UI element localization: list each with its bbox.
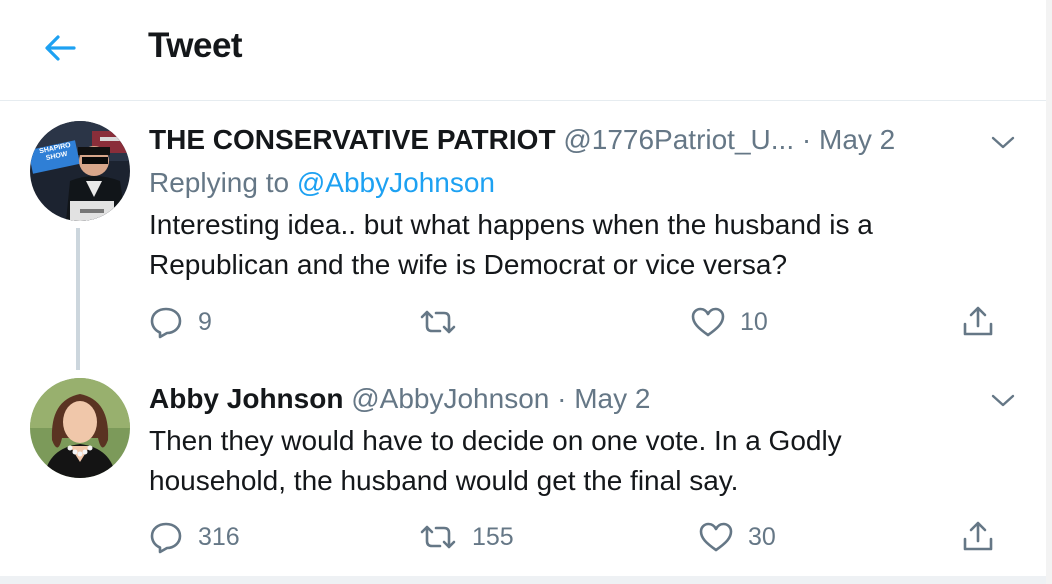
page-title: Tweet <box>148 26 243 65</box>
like-count: 30 <box>748 522 776 551</box>
timestamp[interactable]: May 2 <box>574 383 650 414</box>
share-button[interactable] <box>960 517 996 557</box>
header: Tweet <box>0 0 1046 101</box>
scrollbar[interactable] <box>1046 0 1052 584</box>
like-count: 10 <box>740 307 768 336</box>
reply-button[interactable]: 316 <box>148 517 240 557</box>
retweet-icon <box>420 310 456 334</box>
timestamp[interactable]: May 2 <box>819 124 895 155</box>
like-button[interactable]: 10 <box>690 302 768 342</box>
tweet-header: Abby Johnson @AbbyJohnson · May 2 <box>149 383 650 415</box>
tweet-text: Interesting idea.. but what happens when… <box>149 209 873 280</box>
back-arrow-icon[interactable] <box>38 28 82 68</box>
like-icon <box>691 307 725 337</box>
handle[interactable]: @AbbyJohnson <box>351 383 549 414</box>
reply-icon <box>150 522 182 554</box>
divider <box>0 576 1046 584</box>
thread-line <box>76 228 80 370</box>
tweet-header: THE CONSERVATIVE PATRIOT @1776Patriot_U.… <box>149 124 895 156</box>
reply-to-link[interactable]: @AbbyJohnson <box>297 167 495 198</box>
reply-button[interactable]: 9 <box>148 302 212 342</box>
separator: · <box>557 383 567 414</box>
like-button[interactable]: 30 <box>698 517 776 557</box>
share-button[interactable] <box>960 302 996 342</box>
retweet-button[interactable] <box>418 302 472 342</box>
chevron-down-icon[interactable] <box>989 132 1017 152</box>
reply-prefix: Replying to <box>149 167 297 198</box>
display-name[interactable]: THE CONSERVATIVE PATRIOT <box>149 124 556 155</box>
reply-context: Replying to @AbbyJohnson <box>149 167 495 199</box>
like-icon <box>699 522 733 552</box>
chevron-down-icon[interactable] <box>989 390 1017 410</box>
share-icon <box>963 521 993 551</box>
retweet-button[interactable]: 155 <box>418 517 514 557</box>
separator: · <box>801 124 812 155</box>
reply-count: 316 <box>198 522 240 551</box>
share-icon <box>963 306 993 336</box>
tweet-text: Then they would have to decide on one vo… <box>149 425 842 496</box>
avatar[interactable] <box>30 378 130 478</box>
retweet-icon <box>420 525 456 549</box>
reply-count: 9 <box>198 307 212 336</box>
avatar[interactable]: SHAPIRO SHOW <box>30 121 130 221</box>
handle[interactable]: @1776Patriot_U... <box>563 124 794 155</box>
reply-icon <box>150 307 182 339</box>
display-name[interactable]: Abby Johnson <box>149 383 343 414</box>
retweet-count: 155 <box>472 522 514 551</box>
